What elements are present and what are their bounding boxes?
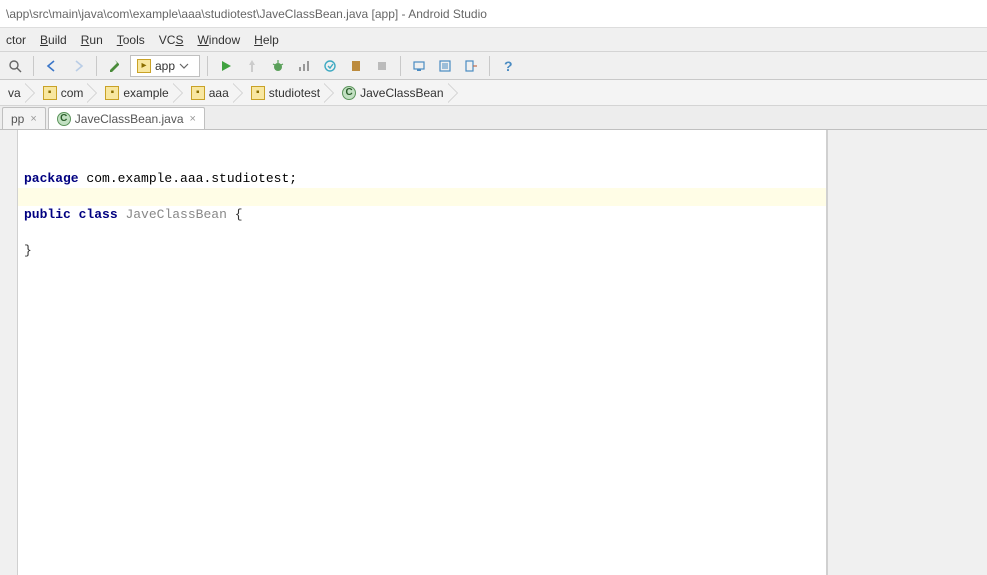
- profile-icon[interactable]: [293, 55, 315, 77]
- breadcrumb: va ▪ com ▪ example ▪ aaa ▪ studiotest C …: [0, 80, 987, 106]
- search-icon[interactable]: [4, 55, 26, 77]
- menu-ctor[interactable]: ctor: [6, 33, 26, 47]
- folder-icon: ▪: [191, 86, 205, 100]
- package-name: com.example.aaa.studiotest;: [86, 171, 297, 186]
- debug-icon[interactable]: [267, 55, 289, 77]
- stop-icon[interactable]: [345, 55, 367, 77]
- module-icon: ▸: [137, 59, 151, 73]
- crumb-class[interactable]: C JaveClassBean: [336, 82, 447, 104]
- tab-app[interactable]: pp ×: [2, 107, 46, 129]
- menu-help[interactable]: Help: [254, 33, 279, 47]
- stop2-icon[interactable]: [371, 55, 393, 77]
- layout-inspector-icon[interactable]: [460, 55, 482, 77]
- current-line-highlight: [18, 188, 826, 206]
- menu-build[interactable]: Build: [40, 33, 67, 47]
- brace-close: }: [24, 243, 32, 258]
- back-icon[interactable]: [41, 55, 63, 77]
- sdk-manager-icon[interactable]: [434, 55, 456, 77]
- forward-icon[interactable]: [67, 55, 89, 77]
- close-icon[interactable]: ×: [28, 113, 36, 125]
- menu-bar: ctor Build Run Tools VCS Window Help: [0, 28, 987, 52]
- avd-manager-icon[interactable]: [408, 55, 430, 77]
- crumb-aaa[interactable]: ▪ aaa: [185, 82, 233, 104]
- help-icon[interactable]: ?: [497, 55, 519, 77]
- crumb-studiotest[interactable]: ▪ studiotest: [245, 82, 324, 104]
- crumb-example[interactable]: ▪ example: [99, 82, 172, 104]
- crumb-java[interactable]: va: [2, 82, 25, 104]
- class-icon: C: [57, 112, 71, 126]
- attach-debugger-icon[interactable]: [319, 55, 341, 77]
- run-icon[interactable]: [215, 55, 237, 77]
- title-text: \app\src\main\java\com\example\aaa\studi…: [6, 7, 487, 21]
- code-editor[interactable]: package com.example.aaa.studiotest; publ…: [18, 130, 827, 575]
- editor-area: package com.example.aaa.studiotest; publ…: [0, 130, 987, 575]
- chevron-down-icon: [179, 61, 189, 71]
- keyword-class: class: [79, 207, 118, 222]
- title-bar: \app\src\main\java\com\example\aaa\studi…: [0, 0, 987, 28]
- keyword-package: package: [24, 171, 79, 186]
- build-icon[interactable]: [104, 55, 126, 77]
- editor-gutter[interactable]: [0, 130, 18, 575]
- class-name: JaveClassBean: [125, 207, 226, 222]
- editor-tabs: pp × C JaveClassBean.java ×: [0, 106, 987, 130]
- folder-icon: ▪: [105, 86, 119, 100]
- apply-changes-icon[interactable]: [241, 55, 263, 77]
- keyword-public: public: [24, 207, 71, 222]
- brace-open: {: [235, 207, 243, 222]
- menu-tools[interactable]: Tools: [117, 33, 145, 47]
- crumb-com[interactable]: ▪ com: [37, 82, 88, 104]
- module-name: app: [155, 59, 175, 73]
- folder-icon: ▪: [251, 86, 265, 100]
- toolbar: ▸ app ?: [0, 52, 987, 80]
- folder-icon: ▪: [43, 86, 57, 100]
- tab-javeclassbean[interactable]: C JaveClassBean.java ×: [48, 107, 205, 129]
- menu-window[interactable]: Window: [197, 33, 240, 47]
- menu-run[interactable]: Run: [81, 33, 103, 47]
- module-selector[interactable]: ▸ app: [130, 55, 200, 77]
- close-icon[interactable]: ×: [188, 113, 196, 125]
- class-icon: C: [342, 86, 356, 100]
- editor-overview-ruler[interactable]: [827, 130, 987, 575]
- svg-text:?: ?: [504, 58, 513, 74]
- menu-vcs[interactable]: VCS: [159, 33, 184, 47]
